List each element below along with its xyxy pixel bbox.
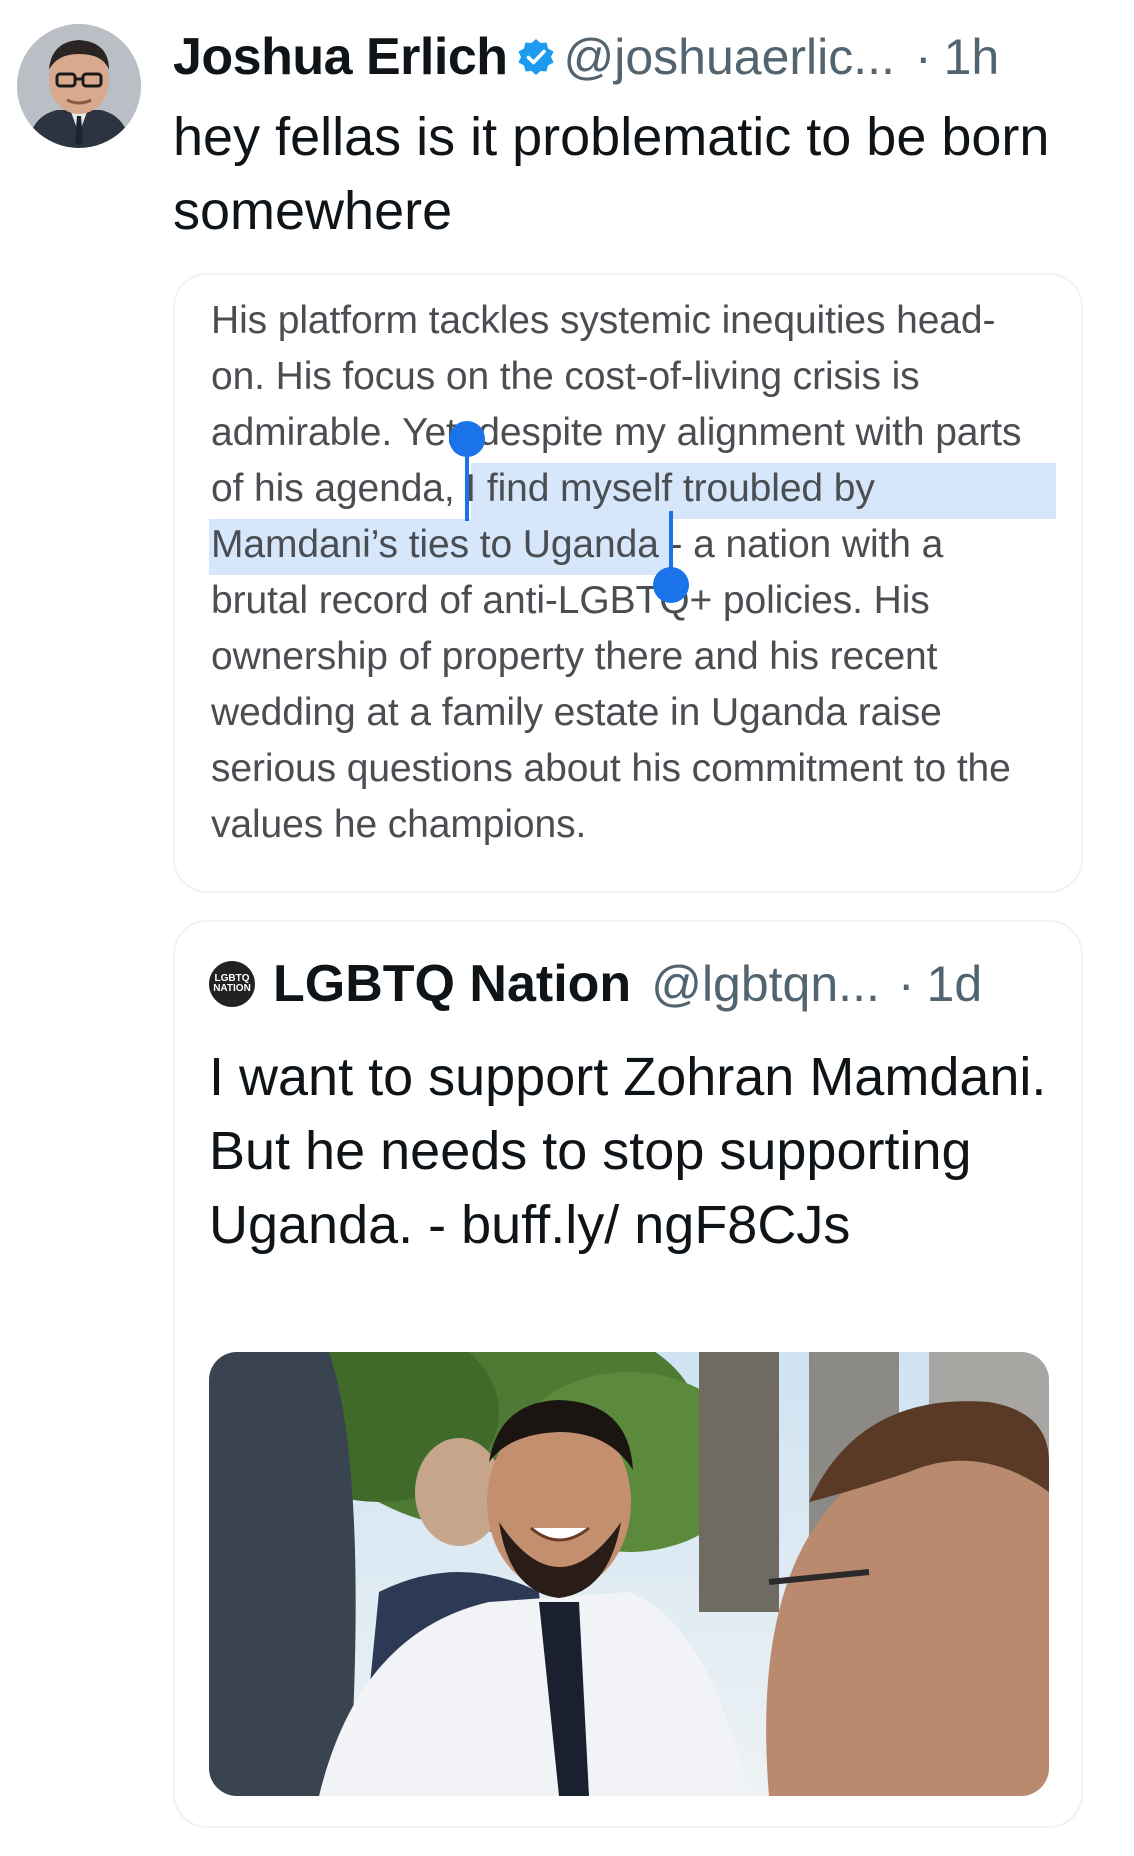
quoted-author-name[interactable]: LGBTQ Nation — [273, 954, 631, 1014]
tweet-text: hey fellas is it problematic to be born … — [173, 107, 1050, 241]
quoted-author-handle[interactable]: @lgbtqn... — [651, 955, 880, 1013]
article-line: admirable. Yet, despite my alignment wit… — [211, 411, 1022, 454]
quoted-timestamp[interactable]: 1d — [927, 955, 983, 1013]
article-line: serious questions about his commitment t… — [211, 747, 1011, 790]
selection-end-handle[interactable] — [653, 567, 689, 603]
article-line: on. His focus on the cost-of-living cris… — [211, 355, 920, 398]
quoted-tweet-text: I want to support Zohran Mamdani. But he… — [209, 1047, 1047, 1255]
article-line: values he champions. — [211, 803, 587, 846]
attached-image-card[interactable]: His platform tackles systemic inequities… — [173, 273, 1083, 893]
quoted-tweet-photo[interactable] — [209, 1352, 1049, 1796]
quoted-tweet-card[interactable]: LGBTQ NATION LGBTQ Nation @lgbtqn... · 1… — [173, 920, 1083, 1828]
article-line: brutal record of anti-LGBTQ+ policies. H… — [211, 579, 930, 622]
article-line: His platform tackles systemic inequities… — [211, 299, 996, 342]
separator-dot: · — [914, 29, 932, 85]
selection-start-handle[interactable] — [449, 421, 485, 457]
author-handle[interactable]: @joshuaerlic... — [564, 28, 895, 86]
separator-dot: · — [897, 956, 915, 1012]
verified-badge-icon — [516, 37, 556, 77]
author-avatar[interactable] — [17, 24, 141, 148]
photo-crowd-image — [209, 1352, 1049, 1796]
article-line: wedding at a family estate in Uganda rai… — [211, 691, 942, 734]
tweet-header: Joshua Erlich @joshuaerlic... · 1h — [173, 26, 1093, 88]
timestamp[interactable]: 1h — [944, 28, 1000, 86]
article-excerpt: His platform tackles systemic inequities… — [211, 293, 1061, 853]
quoted-tweet-header: LGBTQ NATION LGBTQ Nation @lgbtqn... · 1… — [209, 954, 1069, 1014]
article-line: of his agenda, I find myself troubled by — [211, 467, 875, 510]
avatar-image — [17, 24, 141, 148]
author-name[interactable]: Joshua Erlich — [173, 27, 508, 87]
article-line: ownership of property there and his rece… — [211, 635, 938, 678]
article-line: Mamdani’s ties to Uganda - a nation with… — [211, 523, 944, 566]
lgbtq-nation-logo-icon[interactable]: LGBTQ NATION — [209, 961, 255, 1007]
